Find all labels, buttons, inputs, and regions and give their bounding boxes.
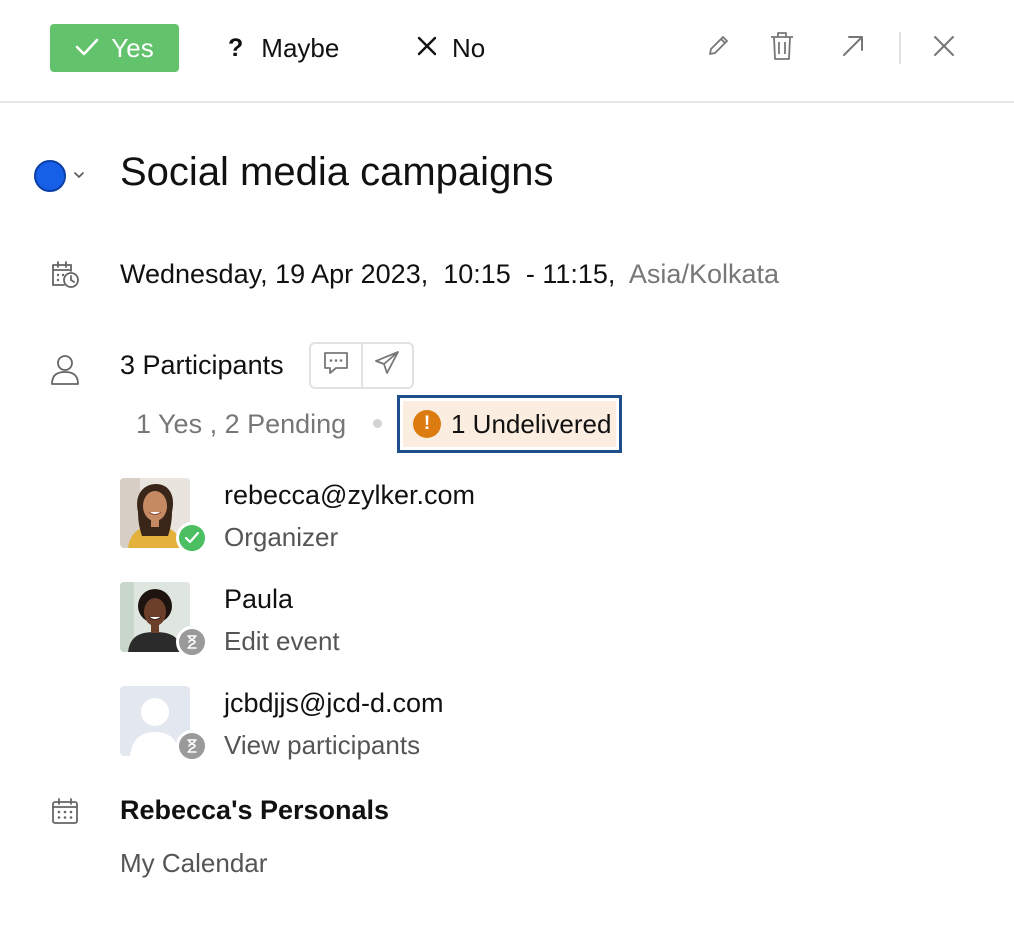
- participant-item: Paula Edit event: [120, 582, 540, 672]
- pending-status-icon: [176, 626, 208, 658]
- rsvp-toolbar: Yes ? Maybe No: [0, 0, 1014, 103]
- warning-icon: !: [413, 410, 441, 438]
- calendar-name: Rebecca's Personals: [120, 795, 390, 825]
- trash-icon: [768, 30, 796, 67]
- rsvp-no-label: No: [452, 32, 486, 63]
- pending-status-icon: [176, 730, 208, 762]
- edit-icon: [705, 33, 731, 64]
- calendar-icon: [48, 794, 82, 828]
- edit-button[interactable]: [700, 30, 736, 66]
- participant-actions: [309, 342, 414, 389]
- arrow-up-right-icon: [839, 32, 867, 65]
- participant-name: rebecca@zylker.com: [224, 480, 475, 510]
- delete-button[interactable]: [764, 30, 800, 66]
- participant-permission-dropdown[interactable]: View participants: [224, 730, 420, 761]
- participants-count: 3 Participants: [120, 350, 284, 380]
- rsvp-no-button[interactable]: No: [416, 24, 485, 72]
- toolbar-divider: [899, 32, 901, 64]
- event-title: Social media campaigns: [120, 150, 554, 194]
- event-color-picker[interactable]: [34, 160, 66, 192]
- close-icon: [932, 34, 956, 63]
- event-datetime: Wednesday, 19 Apr 2023, 10:15 - 11:15, A…: [120, 259, 779, 290]
- accepted-status-icon: [176, 522, 208, 554]
- x-icon: [416, 33, 438, 64]
- rsvp-summary: 1 Yes , 2 Pending: [136, 409, 347, 439]
- event-timezone: Asia/Kolkata: [628, 259, 780, 289]
- participant-name: jcbdjjs@jcd-d.com: [224, 688, 444, 718]
- check-icon: [75, 33, 99, 64]
- calendar-group: My Calendar: [120, 848, 268, 878]
- rsvp-maybe-button[interactable]: ? Maybe: [228, 24, 339, 72]
- calendar-clock-icon: [48, 257, 82, 291]
- participant-role: Organizer: [224, 522, 339, 552]
- rsvp-yes-button[interactable]: Yes: [50, 24, 179, 72]
- chat-button[interactable]: [311, 344, 361, 387]
- event-end-time: - 11:15,: [525, 259, 616, 289]
- open-external-button[interactable]: [835, 30, 871, 66]
- person-icon: [48, 352, 82, 386]
- question-icon: ?: [228, 33, 244, 62]
- event-date: Wednesday, 19 Apr 2023,: [120, 259, 429, 289]
- chat-icon: [322, 350, 350, 381]
- chevron-down-icon[interactable]: [72, 167, 86, 185]
- event-start-time: 10:15: [443, 259, 511, 289]
- participant-name: Paula: [224, 584, 294, 614]
- send-email-button[interactable]: [360, 344, 413, 387]
- participant-item: jcbdjjs@jcd-d.com View participants: [120, 686, 540, 776]
- undelivered-label: 1 Undelivered: [451, 408, 612, 439]
- rsvp-maybe-label: Maybe: [261, 32, 340, 63]
- rsvp-yes-label: Yes: [111, 32, 154, 63]
- participant-permission-dropdown[interactable]: Edit event: [224, 626, 340, 657]
- dot-separator: [373, 419, 382, 428]
- participant-item: rebecca@zylker.com Organizer: [120, 478, 540, 568]
- undelivered-badge[interactable]: ! 1 Undelivered: [397, 395, 622, 453]
- send-icon: [373, 349, 401, 382]
- close-button[interactable]: [926, 30, 962, 66]
